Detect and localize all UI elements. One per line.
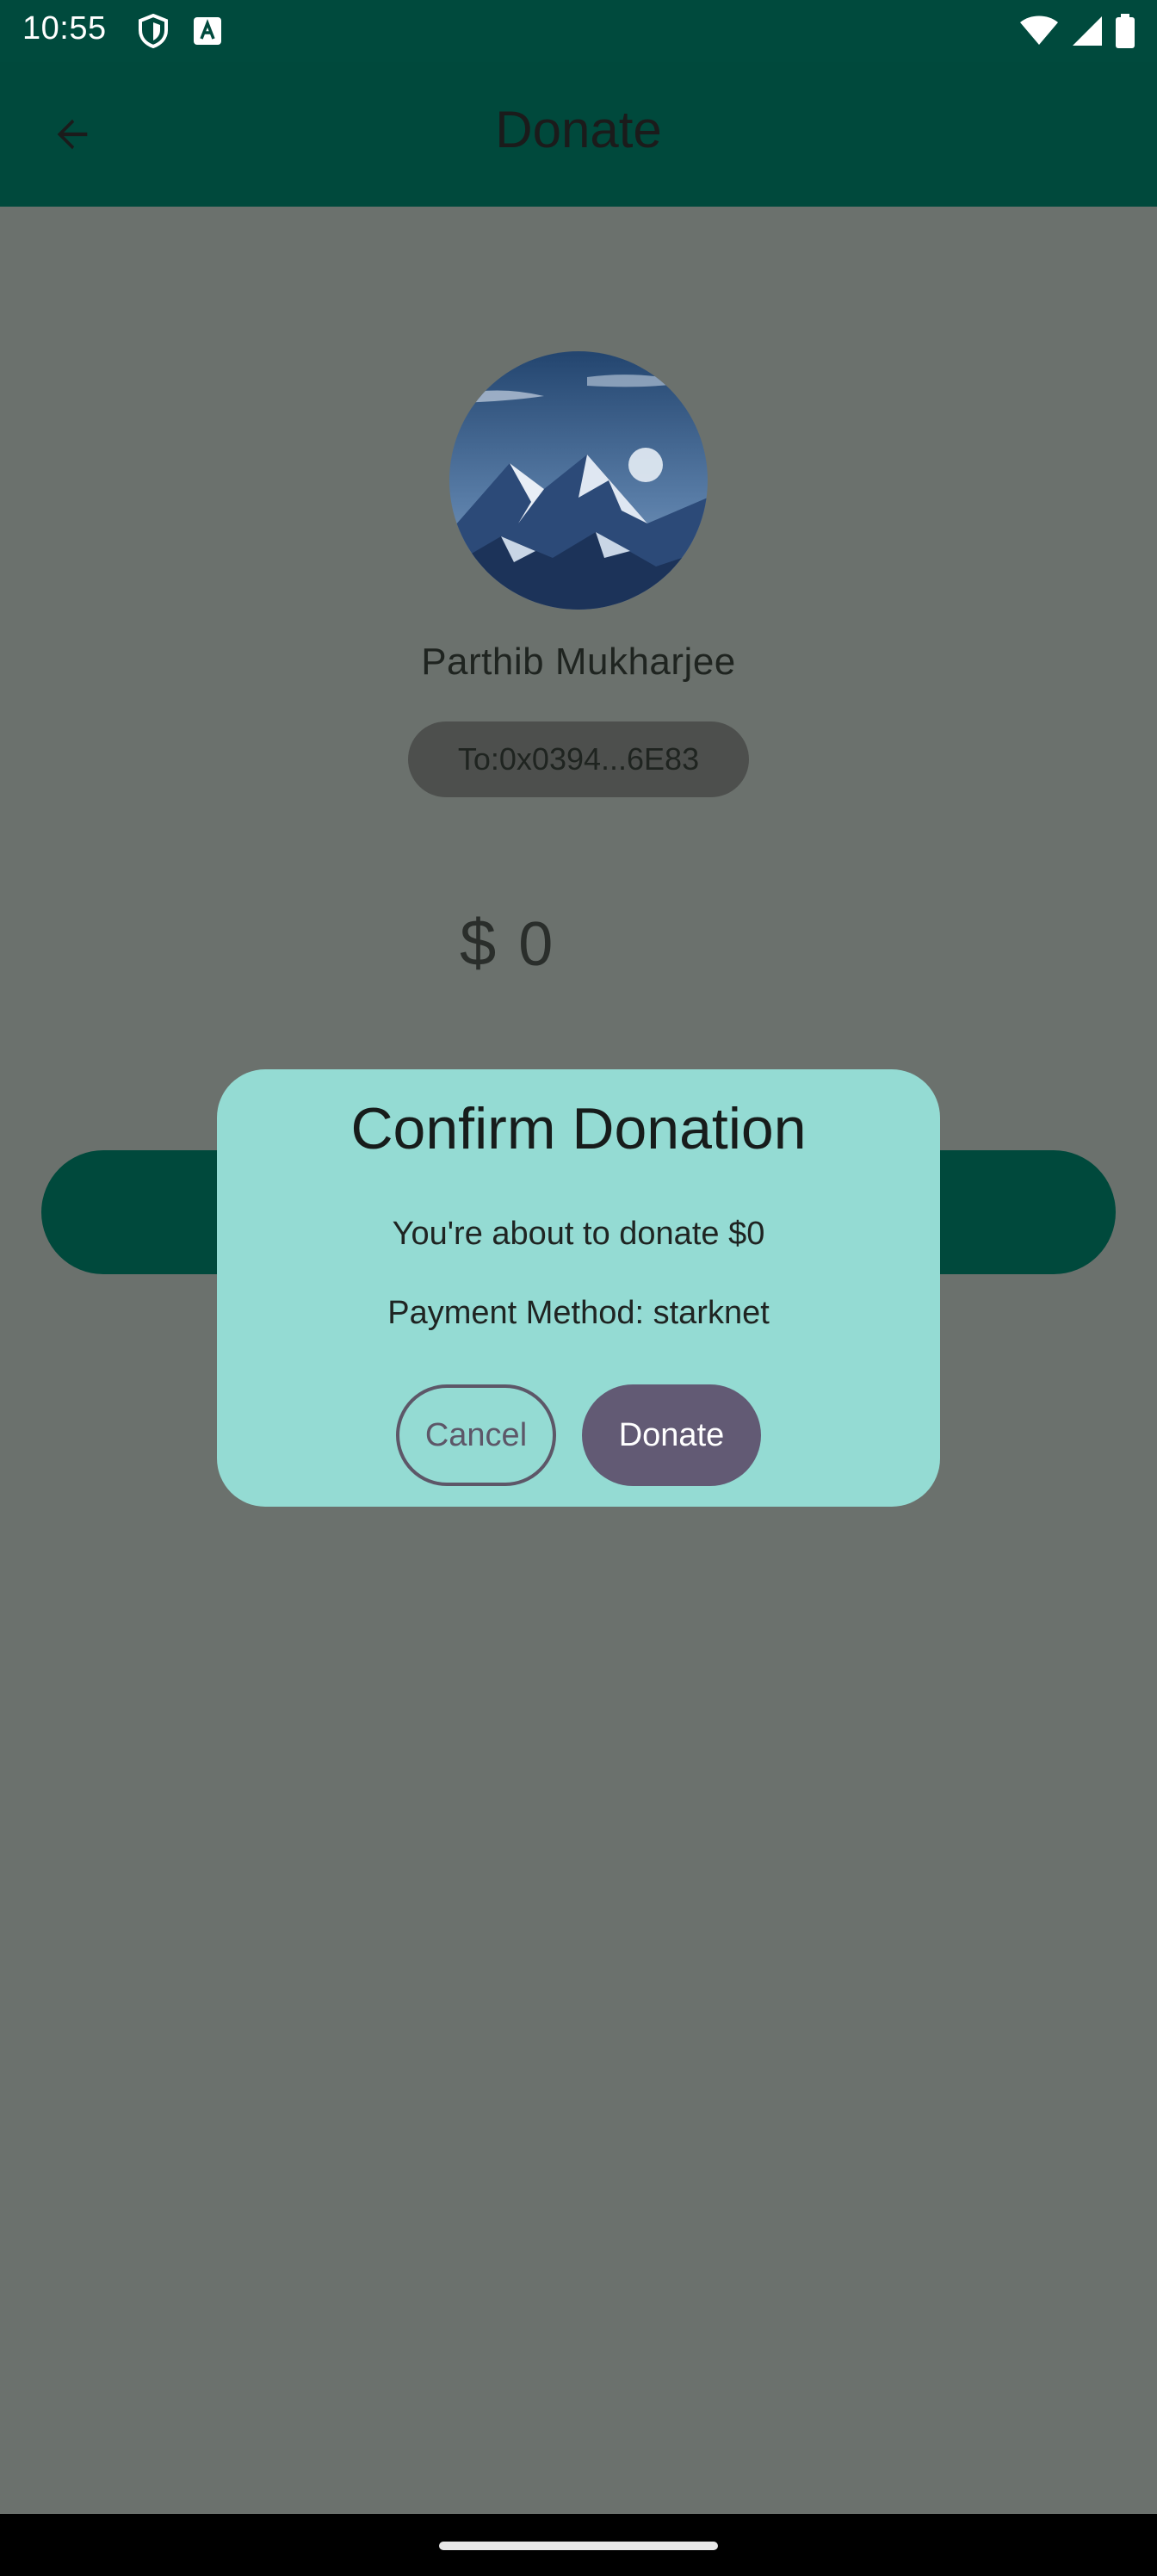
status-right-icons [1019,14,1135,53]
recipient-name: Parthib Mukharjee [421,641,736,683]
amount-value: 0 [518,910,554,979]
dialog-message: You're about to donate $0 [392,1216,765,1252]
address-chip[interactable]: To:0x0394...6E83 [408,721,749,797]
confirm-donate-button[interactable]: Donate [582,1384,761,1486]
currency-symbol: $ [460,907,497,980]
avatar [449,351,708,610]
home-indicator[interactable] [439,2542,718,2550]
page-title: Donate [495,101,662,158]
status-bar: 10:55 [0,0,1157,62]
wifi-icon [1019,15,1059,51]
amount-display[interactable]: $ 0 [460,906,553,981]
shield-icon [138,13,169,53]
signal-icon [1071,15,1104,52]
payment-method-text: Payment Method: starknet [387,1295,770,1331]
confirm-dialog: Confirm Donation You're about to donate … [217,1069,940,1507]
battery-icon [1116,14,1135,53]
keyboard-a-icon [193,16,222,50]
cancel-button[interactable]: Cancel [396,1384,556,1486]
status-time: 10:55 [22,10,107,46]
dialog-title: Confirm Donation [350,1096,807,1161]
status-left-icons [138,13,222,53]
app-bar: Donate [0,62,1157,207]
